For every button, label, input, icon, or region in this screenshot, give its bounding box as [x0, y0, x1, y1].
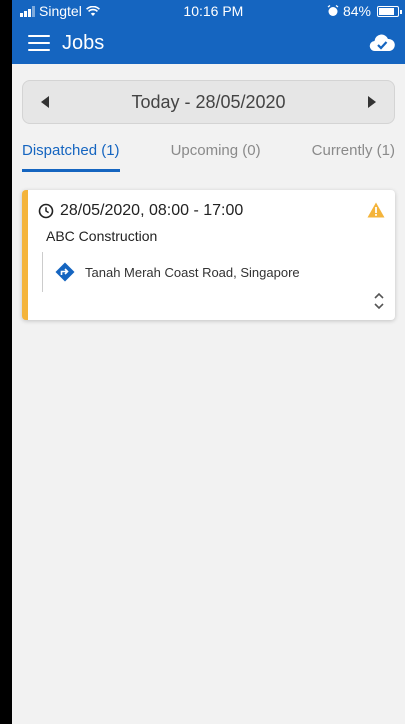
next-day-icon[interactable] — [368, 96, 376, 108]
job-card[interactable]: 28/05/2020, 08:00 - 17:00 ABC Constructi… — [22, 190, 395, 320]
page-title: Jobs — [62, 31, 105, 54]
app-screen: Singtel 10:16 PM 84% Jobs Today - 28/05/… — [12, 0, 405, 724]
job-time: 28/05/2020, 08:00 - 17:00 — [60, 202, 244, 219]
wifi-icon — [85, 5, 100, 16]
alarm-icon — [327, 5, 339, 16]
tab-currently[interactable]: Currently (1) — [312, 142, 395, 172]
carrier-label: Singtel — [39, 3, 82, 19]
job-tabs: Dispatched (1) Upcoming (0) Currently (1… — [22, 142, 395, 172]
hamburger-icon[interactable] — [28, 35, 50, 51]
job-company: ABC Construction — [46, 228, 158, 244]
expand-icon[interactable] — [373, 292, 385, 310]
job-address-row: Tanah Merah Coast Road, Singapore — [42, 252, 395, 292]
signal-icon — [20, 5, 35, 17]
date-label[interactable]: Today - 28/05/2020 — [131, 92, 285, 113]
tab-upcoming[interactable]: Upcoming (0) — [171, 142, 261, 172]
screen-frame: Singtel 10:16 PM 84% Jobs Today - 28/05/… — [0, 0, 405, 724]
main-content: Today - 28/05/2020 Dispatched (1) Upcomi… — [12, 64, 405, 320]
battery-percent: 84% — [342, 3, 371, 19]
clock-icon — [38, 203, 54, 219]
status-bar: Singtel 10:16 PM 84% — [12, 0, 405, 22]
previous-day-icon[interactable] — [41, 96, 49, 108]
battery-icon — [377, 5, 402, 17]
directions-icon[interactable] — [55, 262, 75, 282]
date-selector: Today - 28/05/2020 — [22, 80, 395, 124]
cloud-check-icon[interactable] — [369, 33, 395, 53]
status-time: 10:16 PM — [183, 3, 244, 19]
job-address: Tanah Merah Coast Road, Singapore — [85, 264, 300, 280]
app-bar: Jobs — [12, 22, 405, 64]
tab-dispatched[interactable]: Dispatched (1) — [22, 142, 120, 172]
warning-icon[interactable] — [367, 202, 385, 218]
